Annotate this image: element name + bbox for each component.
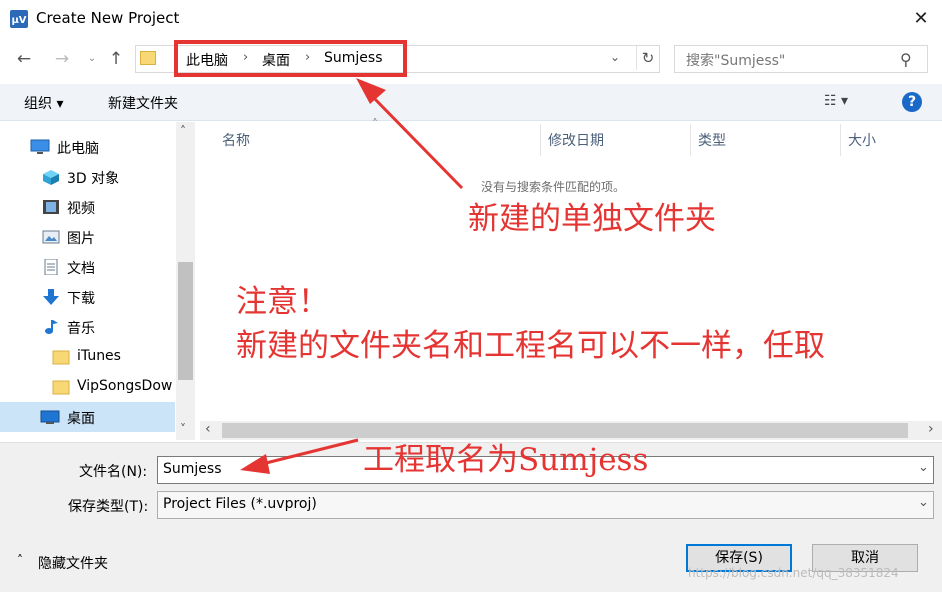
annotation-arrows xyxy=(240,78,464,474)
annotation-note-project-name: 工程取名为Sumjess xyxy=(363,442,649,478)
annotation-note-new-folder: 新建的单独文件夹 xyxy=(468,201,716,237)
annotation-arrowhead xyxy=(356,78,386,104)
annotation-note-attention: 注意！ xyxy=(236,284,329,320)
annotation-note-naming: 新建的文件夹名和工程名可以不一样，任取 xyxy=(236,328,825,364)
annotation-arrowhead xyxy=(240,454,270,474)
annotation-arrow xyxy=(368,92,464,190)
annotation-arrow xyxy=(261,438,359,466)
